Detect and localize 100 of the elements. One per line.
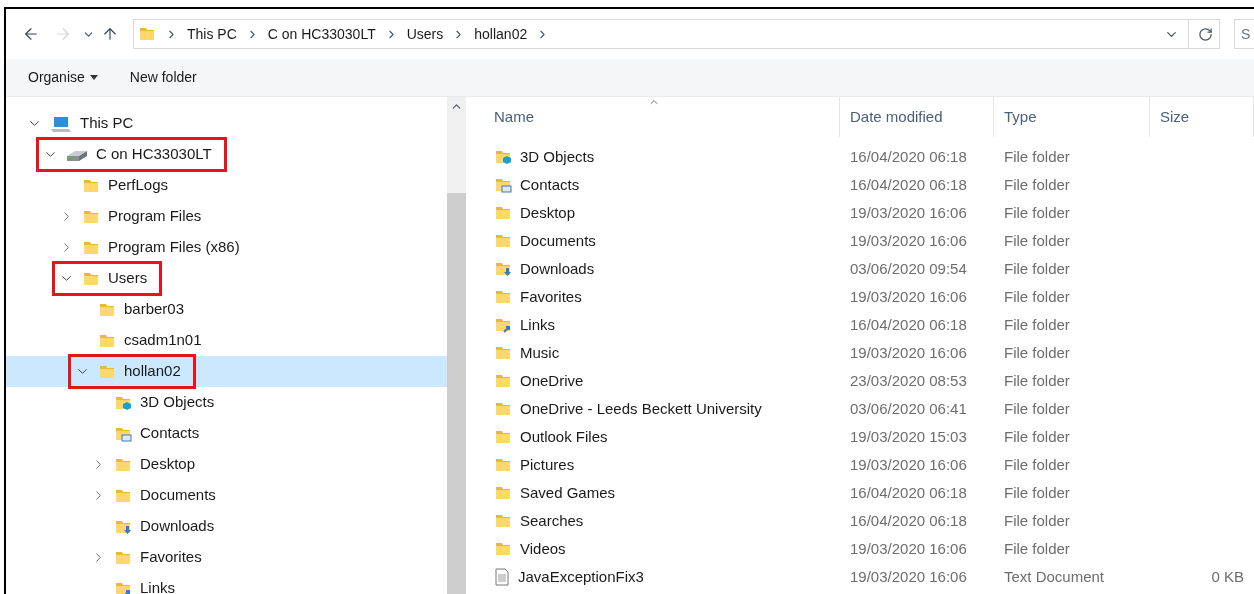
tree-item[interactable]: Program Files	[6, 201, 447, 232]
tree-label: Program Files	[108, 206, 202, 227]
date-cell-text: 16/04/2020 06:18	[849, 174, 968, 195]
folder-icon	[494, 372, 512, 390]
column-header[interactable]: Size	[1150, 97, 1254, 137]
file-row[interactable]: Outlook Files 19/03/2020 15:03 File folder	[484, 423, 1254, 451]
type-cell-text: File folder	[1003, 146, 1071, 167]
breadcrumb[interactable]: C on HC33030LT	[267, 23, 376, 45]
type-cell-text: File folder	[1003, 202, 1071, 223]
file-name: Outlook Files	[520, 426, 608, 447]
folder-icon	[494, 344, 512, 362]
tree-item[interactable]: Links	[6, 573, 447, 594]
date-cell-text: 19/03/2020 16:06	[849, 566, 968, 587]
tree-item[interactable]: Users	[6, 263, 447, 294]
file-row[interactable]: Documents 19/03/2020 16:06 File folder	[484, 227, 1254, 255]
file-name: OneDrive - Leeds Beckett University	[520, 398, 762, 419]
folder-cube-icon	[494, 148, 512, 166]
tree-item[interactable]: Favorites	[6, 542, 447, 573]
folder-icon	[494, 428, 512, 446]
type-cell-text: File folder	[1003, 370, 1071, 391]
search-field[interactable]: S	[1234, 19, 1254, 49]
tree-item[interactable]: Program Files (x86)	[6, 232, 447, 263]
file-row[interactable]: Links 16/04/2020 06:18 File folder	[484, 311, 1254, 339]
type-cell-text: Text Document	[1003, 566, 1106, 587]
scrollbar[interactable]	[446, 97, 466, 594]
tree-label: Downloads	[140, 516, 215, 537]
tree-label: csadm1n01	[124, 330, 202, 351]
folder-icon	[494, 204, 512, 222]
command-button[interactable]: Organise	[28, 67, 98, 88]
file-name: OneDrive	[520, 370, 584, 391]
file-name: Favorites	[520, 286, 582, 307]
file-name: JavaExceptionFix3	[518, 566, 644, 587]
tree-item[interactable]: Contacts	[6, 418, 447, 449]
type-cell-text: File folder	[1003, 482, 1071, 503]
folder-icon	[494, 540, 512, 558]
type-cell-text: File folder	[1003, 230, 1071, 251]
tree-item[interactable]: Documents	[6, 480, 447, 511]
file-row[interactable]: Saved Games 16/04/2020 06:18 File folder	[484, 479, 1254, 507]
file-name: Desktop	[520, 202, 576, 223]
folder-download-icon	[494, 260, 512, 278]
date-cell-text: 19/03/2020 16:06	[849, 342, 968, 363]
breadcrumb[interactable]: This PC	[187, 23, 237, 45]
tree-label: hollan02	[124, 361, 181, 382]
folder-card-icon	[494, 176, 512, 194]
date-cell-text: 16/04/2020 06:18	[849, 314, 968, 335]
column-header[interactable]: Date modified	[840, 97, 994, 137]
file-row[interactable]: Contacts 16/04/2020 06:18 File folder	[484, 171, 1254, 199]
type-cell-text: File folder	[1003, 174, 1071, 195]
type-cell-text: File folder	[1003, 510, 1071, 531]
file-row[interactable]: Downloads 03/06/2020 09:54 File folder	[484, 255, 1254, 283]
type-cell-text: File folder	[1003, 342, 1071, 363]
address-bar[interactable]: This PC C on HC33030LT Users hollan02	[133, 19, 1220, 49]
up-icon[interactable]	[101, 25, 119, 43]
file-row[interactable]: Pictures 19/03/2020 16:06 File folder	[484, 451, 1254, 479]
breadcrumb[interactable]: Users	[406, 23, 444, 45]
breadcrumb[interactable]: hollan02	[474, 23, 528, 45]
tree-item[interactable]: C on HC33030LT	[6, 139, 447, 170]
tree-label: Program Files (x86)	[108, 237, 240, 258]
tree-label: Favorites	[140, 547, 202, 568]
tree-item[interactable]: Desktop	[6, 449, 447, 480]
file-name: 3D Objects	[520, 146, 595, 167]
command-button[interactable]: New folder	[129, 67, 197, 88]
text-file-icon	[494, 568, 510, 586]
back-icon[interactable]	[22, 25, 40, 43]
type-cell-text: File folder	[1003, 538, 1071, 559]
file-name: Videos	[520, 538, 566, 559]
tree-label: 3D Objects	[140, 392, 215, 413]
scrollbar-thumb[interactable]	[446, 193, 466, 594]
file-row[interactable]: Searches 16/04/2020 06:18 File folder	[484, 507, 1254, 535]
tree-item[interactable]: This PC	[6, 108, 447, 139]
tree-item[interactable]: Downloads	[6, 511, 447, 542]
file-name: Saved Games	[520, 482, 616, 503]
file-row[interactable]: Music 19/03/2020 16:06 File folder	[484, 339, 1254, 367]
folder-shortcut-icon	[494, 316, 512, 334]
file-name: Searches	[520, 510, 584, 531]
tree-label: PerfLogs	[108, 175, 169, 196]
file-row[interactable]: OneDrive - Leeds Beckett University 03/06/2020 06:41 File folder	[484, 395, 1254, 423]
file-row[interactable]: Favorites 19/03/2020 16:06 File folder	[484, 283, 1254, 311]
file-row[interactable]: Videos 19/03/2020 16:06 File folder	[484, 535, 1254, 563]
folder-icon	[494, 400, 512, 418]
file-row[interactable]: 3D Objects 16/04/2020 06:18 File folder	[484, 143, 1254, 171]
tree-item[interactable]: hollan02	[6, 356, 447, 387]
refresh-icon[interactable]	[1198, 26, 1213, 42]
file-row[interactable]: Desktop 19/03/2020 16:06 File folder	[484, 199, 1254, 227]
tree-item[interactable]: barber03	[6, 294, 447, 325]
file-row[interactable]: OneDrive 23/03/2020 08:53 File folder	[484, 367, 1254, 395]
tree-item[interactable]: PerfLogs	[6, 170, 447, 201]
folder-icon	[138, 25, 156, 43]
date-cell-text: 19/03/2020 16:06	[849, 286, 968, 307]
tree-label: barber03	[124, 299, 185, 320]
date-cell-text: 23/03/2020 08:53	[849, 370, 968, 391]
tree-label: This PC	[80, 113, 134, 134]
tree-item[interactable]: csadm1n01	[6, 325, 447, 356]
column-header[interactable]: Type	[994, 97, 1150, 137]
file-row[interactable]: JavaExceptionFix3 19/03/2020 16:06 Text Document 0 KB	[484, 563, 1254, 591]
column-header[interactable]: Name	[484, 97, 840, 137]
folder-icon	[494, 288, 512, 306]
tree-item[interactable]: 3D Objects	[6, 387, 447, 418]
tree-label: Users	[108, 268, 148, 289]
folder-icon	[494, 512, 512, 530]
